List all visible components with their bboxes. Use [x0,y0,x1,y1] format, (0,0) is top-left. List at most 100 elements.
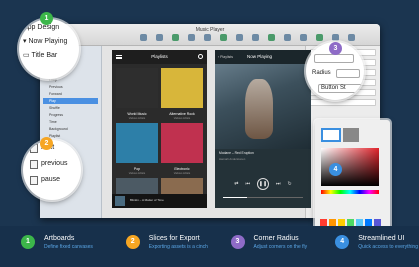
menu-icon[interactable] [116,55,122,59]
feature-item: 4 Streamlined UI Quick access to everythin… [314,226,419,267]
intersect-tool-icon[interactable] [284,34,291,41]
feature-item: 2 Slices for Export Exporting assets is a … [105,226,210,267]
layer-row[interactable]: Shuffle [43,105,98,111]
union-tool-icon[interactable] [252,34,259,41]
pause-button[interactable]: ❚❚ [257,178,269,190]
artboard-now-playing[interactable]: ‹ Playlists Now Playing Modane – Red Eru… [215,50,311,208]
layer-row[interactable]: Previous [43,84,98,90]
search-icon[interactable] [198,54,203,59]
now-playing-title: Now Playing [247,54,273,59]
pause-icon: ❚❚ [258,181,268,187]
playlist-tile-label: Electronic [174,167,190,171]
feature-item: 3 Corner Radius Adjust corners on the fly [210,226,315,267]
shuffle-icon[interactable]: ⇄ [234,181,238,187]
playlist-tile-label: World Music [127,112,147,116]
color-swatch[interactable] [356,219,363,226]
feature-number-badge: 1 [21,235,35,249]
color-swatch[interactable] [320,219,327,226]
callout-line-now-playing: ▾ Now Playing [19,37,79,45]
feature-number-badge: 2 [125,235,140,249]
back-label: Playlists [220,55,233,59]
feature-description: Define fixed canvases [44,244,93,250]
callout-slices: next previous pause [23,140,81,200]
slice-previous: previous [23,156,81,172]
album-art-image [215,64,311,149]
hue-slider[interactable] [321,190,379,194]
feature-item: 1 Artboards Define fixed canvases [0,226,105,267]
repeat-icon[interactable]: ↻ [288,181,292,187]
playlist-tile-sub: Various Artists [128,117,146,120]
color-swatch[interactable] [338,219,345,226]
feature-strip: 1 Artboards Define fixed canvases 2 Slices f… [0,226,419,267]
layer-row[interactable]: Progress [43,112,98,118]
playlist-tile-sub: Various Artists [173,172,191,175]
radius-label: Radius [312,70,331,76]
feature-title: Artboards [44,235,75,242]
now-playing-header: ‹ Playlists Now Playing [215,50,311,64]
playlist-grid: World Music Various Artists Alternative Ro… [112,64,207,208]
rotate-tool-icon[interactable] [204,34,211,41]
ungroup-tool-icon[interactable] [172,34,179,41]
mirror-tool-icon[interactable] [332,34,339,41]
callout-badge-2: 2 [40,137,53,150]
slice-pause: pause [23,172,81,188]
fill-mode-gradient[interactable] [343,128,359,142]
feature-description: Exporting assets is a cinch [148,244,208,250]
playlist-tile-label: Alternative Rock [169,112,195,116]
feature-description: Quick access to everything [358,244,418,250]
color-swatch[interactable] [365,219,372,226]
scale-tool-icon[interactable] [236,34,243,41]
previous-icon[interactable]: ⏮ [245,181,250,187]
playlist-tile[interactable]: World Music Various Artists [116,68,158,120]
callout-badge-4: 4 [329,163,342,176]
color-swatch[interactable] [329,219,336,226]
subtract-tool-icon[interactable] [268,34,275,41]
corner-field[interactable] [314,54,354,63]
feature-title: Corner Radius [253,235,299,242]
playlist-tile-sub: Various Artists [128,172,146,175]
feature-description: Adjust corners on the fly [253,244,308,250]
layer-row[interactable]: Background [43,126,98,132]
feature-number-badge: 3 [230,235,245,249]
color-picker-popover[interactable] [315,120,390,240]
layer-row[interactable]: Play [43,98,98,104]
group-tool-icon[interactable] [156,34,163,41]
color-swatch[interactable] [347,219,354,226]
callout-badge-3: 3 [329,42,342,55]
playback-controls: ⇄ ⏮ ❚❚ ⏭ ↻ [215,178,311,190]
playlist-tile[interactable]: Electronic Various Artists [161,123,203,175]
playlist-tile-sub: Various Artists [173,117,191,120]
backward-tool-icon[interactable] [316,34,323,41]
layer-row[interactable]: Time [43,119,98,125]
callout-text-now-playing: Now Playing [28,38,68,45]
feature-title: Streamlined UI [358,235,405,242]
toolbar [140,34,355,41]
feature-title: Slices for Export [148,235,200,242]
callout-artboards: App Design ▾ Now Playing ▭ Title Bar [19,19,79,79]
playlist-tile[interactable]: Pop Various Artists [116,123,158,175]
color-swatch[interactable] [374,219,381,226]
playlists-title: Playlists [151,54,168,59]
forward-tool-icon[interactable] [300,34,307,41]
playlists-header: Playlists [112,50,207,64]
playlist-tile-label: Pop [133,167,141,171]
layer-row[interactable]: Forward [43,91,98,97]
track-artist: Hannah Anderstonen [219,157,246,161]
callout-line-title-bar: ▭ Title Bar [23,52,58,59]
insert-tool-icon[interactable] [140,34,147,41]
artboard-playlists[interactable]: Playlists World Music Various Artists Alte… [112,50,207,208]
export-tool-icon[interactable] [348,34,355,41]
radius-field[interactable] [336,69,360,78]
mask-tool-icon[interactable] [220,34,227,41]
mini-player[interactable]: Blinkin – A Matter of Time [112,194,207,208]
back-link[interactable]: ‹ Playlists [218,50,233,64]
inspector-border-field[interactable] [310,99,376,106]
next-icon[interactable]: ⏭ [276,181,281,187]
feature-number-badge: 4 [335,235,350,249]
progress-bar[interactable] [223,197,303,198]
track-title: Modane – Red Eruption [219,151,254,155]
edit-tool-icon[interactable] [188,34,195,41]
playlist-tile[interactable]: Alternative Rock Various Artists [161,68,203,120]
fill-mode-solid[interactable] [321,128,341,142]
mini-player-track: Blinkin – A Matter of Time [130,198,164,202]
